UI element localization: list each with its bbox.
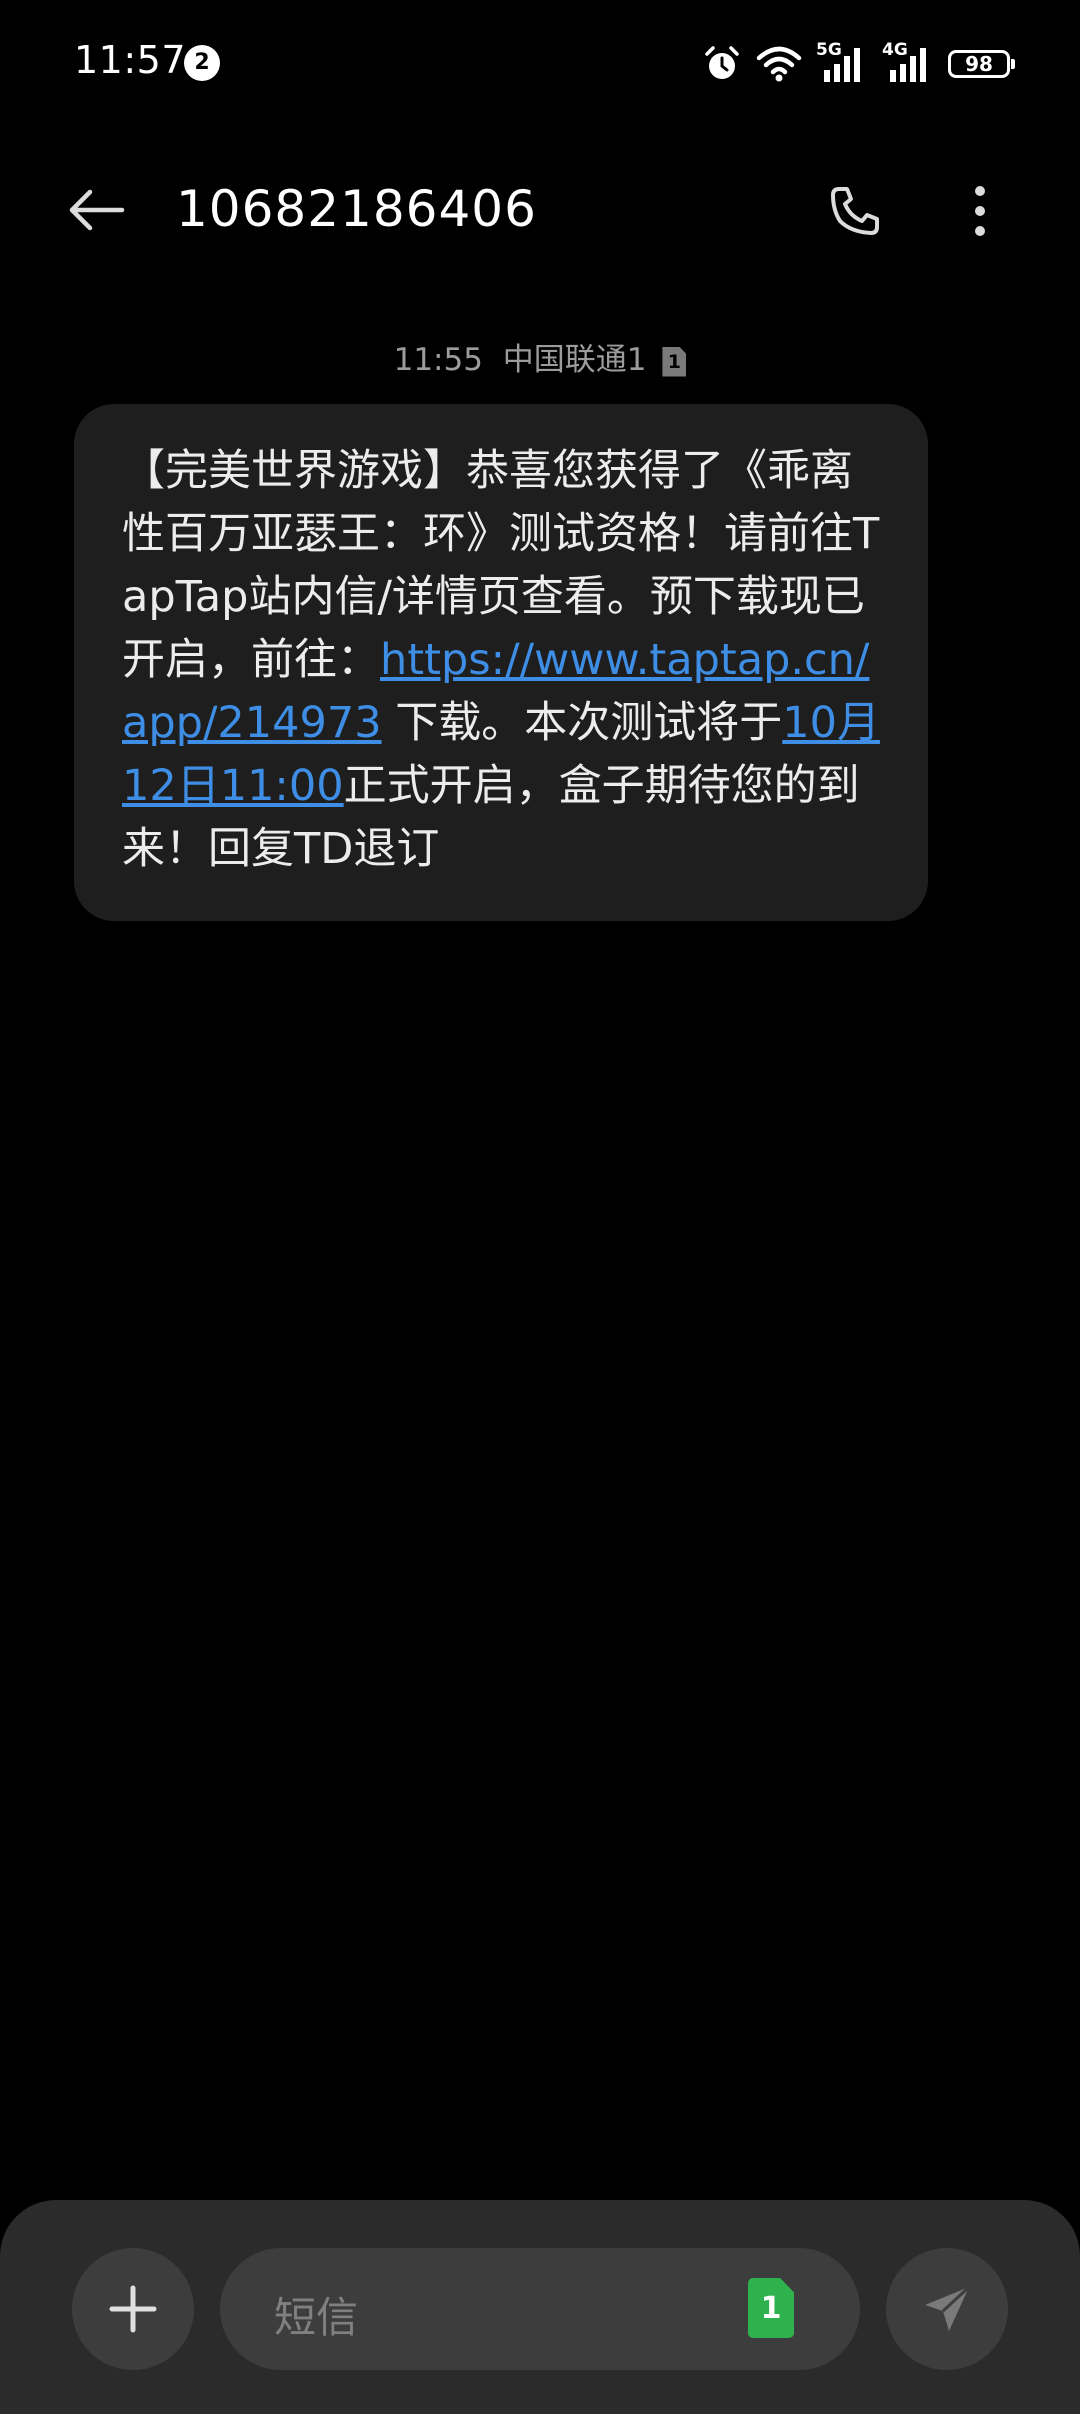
signal-5g-icon: 5G xyxy=(816,40,868,84)
phone-icon xyxy=(831,187,879,235)
call-button[interactable] xyxy=(820,176,890,246)
plus-icon xyxy=(109,2285,157,2333)
message-bubble[interactable]: 【完美世界游戏】恭喜您获得了《乖离性百万亚瑟王：环》测试资格！请前往TapTap… xyxy=(74,404,928,921)
send-button[interactable] xyxy=(886,2248,1008,2370)
status-bar: 11:57 2 5G 4G 98 xyxy=(0,0,1080,130)
notification-count-badge: 2 xyxy=(184,45,220,81)
wifi-icon xyxy=(756,45,802,83)
back-arrow-icon xyxy=(69,189,125,231)
battery-icon: 98 xyxy=(948,50,1015,78)
add-attachment-button[interactable] xyxy=(72,2248,194,2370)
back-button[interactable] xyxy=(58,180,134,240)
message-text-part2: 下载。本次测试将于 xyxy=(381,698,783,748)
contact-title: 10682186406 xyxy=(176,180,537,238)
message-time: 11:55 xyxy=(393,342,483,378)
status-time: 11:57 xyxy=(74,38,187,82)
alarm-icon xyxy=(702,44,742,84)
send-icon xyxy=(925,2285,971,2331)
compose-bar: 短信 1 xyxy=(0,2200,1080,2414)
more-options-button[interactable] xyxy=(955,176,1005,246)
sim-card-icon: 1 xyxy=(662,346,687,377)
more-vertical-icon xyxy=(975,186,985,236)
message-carrier: 中国联通1 xyxy=(502,342,647,378)
sim-select-button[interactable]: 1 xyxy=(748,2278,794,2338)
conversation-header: 10682186406 xyxy=(0,160,1080,260)
signal-4g-icon: 4G xyxy=(882,40,934,84)
message-input[interactable]: 短信 1 xyxy=(220,2248,860,2370)
message-input-placeholder: 短信 xyxy=(274,2293,359,2342)
message-timestamp: 11:55 中国联通1 1 xyxy=(0,334,1080,379)
status-icons: 5G 4G 98 xyxy=(702,40,1015,86)
